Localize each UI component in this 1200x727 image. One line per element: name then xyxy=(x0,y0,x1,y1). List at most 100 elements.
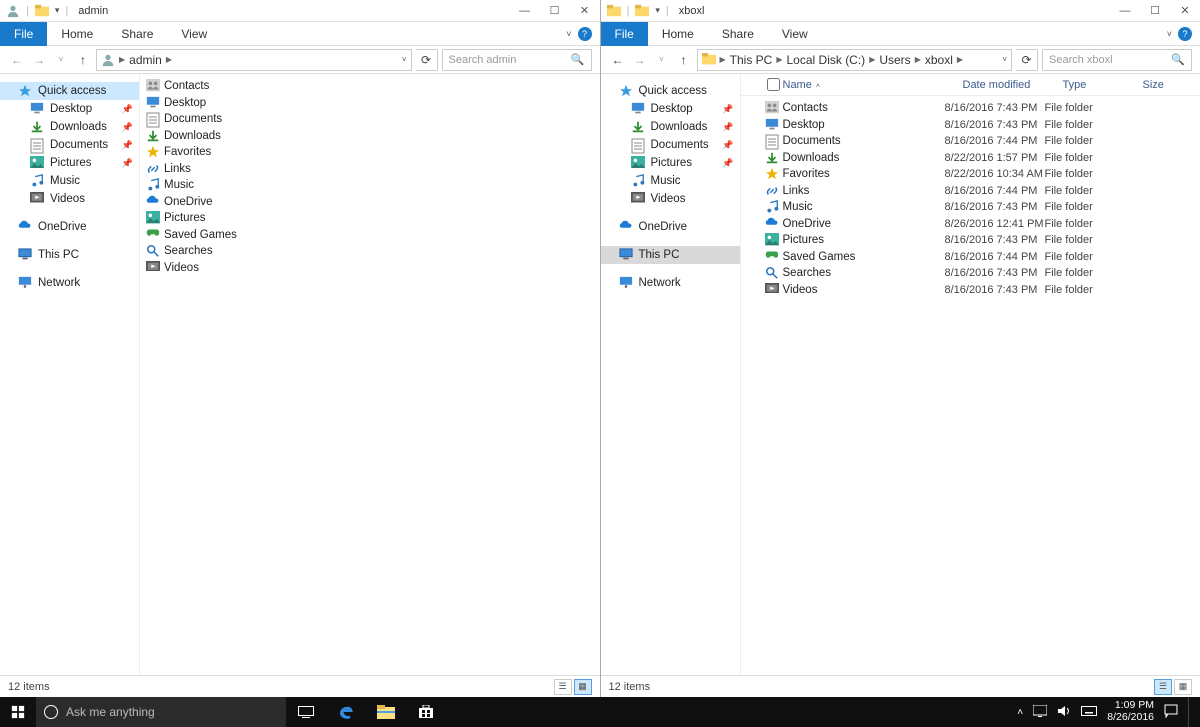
breadcrumb-segment[interactable]: This PC xyxy=(730,53,773,67)
edge-button[interactable] xyxy=(326,697,366,727)
view-large-button[interactable]: ▦ xyxy=(574,679,592,695)
nav-back-button[interactable]: ← xyxy=(609,51,627,69)
ribbon-tab-home[interactable]: Home xyxy=(648,23,708,45)
file-row[interactable]: Saved Games 8/16/2016 7:44 PM File folde… xyxy=(741,249,1200,266)
navpane-item-downloads[interactable]: Downloads📌 xyxy=(601,118,740,136)
navpane-item-desktop[interactable]: Desktop📌 xyxy=(0,100,139,118)
ribbon-file-tab[interactable]: File xyxy=(0,22,47,46)
view-large-button[interactable]: ▦ xyxy=(1174,679,1192,695)
file-row[interactable]: Documents xyxy=(140,111,600,128)
column-size[interactable]: Size xyxy=(1143,79,1193,91)
navpane-onedrive[interactable]: OneDrive xyxy=(601,218,740,236)
maximize-button[interactable]: ☐ xyxy=(540,0,570,22)
nav-up-button[interactable]: ↑ xyxy=(74,51,92,69)
file-row[interactable]: Searches 8/16/2016 7:43 PM File folder xyxy=(741,265,1200,282)
ribbon-tab-home[interactable]: Home xyxy=(47,23,107,45)
address-dropdown-icon[interactable]: ˅ xyxy=(1002,55,1007,64)
file-row[interactable]: Pictures xyxy=(140,210,600,227)
navpane-item-desktop[interactable]: Desktop📌 xyxy=(601,100,740,118)
navpane-item-documents[interactable]: Documents📌 xyxy=(601,136,740,154)
nav-history-dropdown[interactable]: ˅ xyxy=(52,51,70,69)
breadcrumb-segment[interactable]: Local Disk (C:) xyxy=(787,53,866,67)
navpane-item-videos[interactable]: Videos xyxy=(601,190,740,208)
select-all-checkbox[interactable] xyxy=(767,78,780,91)
task-view-button[interactable] xyxy=(286,697,326,727)
navpane-item-pictures[interactable]: Pictures📌 xyxy=(601,154,740,172)
file-row[interactable]: Contacts xyxy=(140,78,600,95)
file-row[interactable]: OneDrive 8/26/2016 12:41 PM File folder xyxy=(741,216,1200,233)
file-row[interactable]: Music 8/16/2016 7:43 PM File folder xyxy=(741,199,1200,216)
address-bar[interactable]: ▶admin▶ ˅ xyxy=(96,49,412,71)
file-row[interactable]: Saved Games xyxy=(140,227,600,244)
navpane-item-pictures[interactable]: Pictures📌 xyxy=(0,154,139,172)
maximize-button[interactable]: ☐ xyxy=(1140,0,1170,22)
navpane-item-documents[interactable]: Documents📌 xyxy=(0,136,139,154)
file-row[interactable]: Desktop xyxy=(140,95,600,112)
file-row[interactable]: Downloads xyxy=(140,128,600,145)
view-details-button[interactable]: ☰ xyxy=(554,679,572,695)
search-input[interactable] xyxy=(449,54,567,66)
tray-chevron-icon[interactable]: ˄ xyxy=(1017,706,1023,718)
qat-dropdown-icon[interactable]: ▾ xyxy=(55,5,60,16)
navpane-network[interactable]: Network xyxy=(601,274,740,292)
tray-keyboard-icon[interactable] xyxy=(1081,706,1097,719)
refresh-button[interactable]: ⟳ xyxy=(1016,49,1038,71)
nav-history-dropdown[interactable]: ˅ xyxy=(653,51,671,69)
refresh-button[interactable]: ⟳ xyxy=(416,49,438,71)
file-row[interactable]: Favorites xyxy=(140,144,600,161)
action-center-icon[interactable] xyxy=(1164,704,1178,721)
cortana-search[interactable]: Ask me anything xyxy=(36,697,286,727)
file-row[interactable]: Downloads 8/22/2016 1:57 PM File folder xyxy=(741,150,1200,167)
file-list[interactable]: Contacts Desktop Documents Downloads Fav… xyxy=(140,74,600,675)
ribbon-expand-icon[interactable]: ˅ xyxy=(566,29,571,39)
column-date[interactable]: Date modified xyxy=(963,79,1063,91)
file-row[interactable]: Favorites 8/22/2016 10:34 AM File folder xyxy=(741,166,1200,183)
file-row[interactable]: Videos xyxy=(140,260,600,277)
ribbon-tab-view[interactable]: View xyxy=(167,23,221,45)
explorer-button[interactable] xyxy=(366,697,406,727)
search-input[interactable] xyxy=(1049,54,1167,66)
chevron-right-icon[interactable]: ▶ xyxy=(166,55,172,64)
tray-network-icon[interactable] xyxy=(1033,705,1047,720)
chevron-right-icon[interactable]: ▶ xyxy=(776,55,782,64)
navpane-onedrive[interactable]: OneDrive xyxy=(0,218,139,236)
titlebar[interactable]: | ▾ | admin — ☐ ✕ xyxy=(0,0,600,22)
breadcrumb-segment[interactable]: Users xyxy=(879,53,910,67)
chevron-right-icon[interactable]: ▶ xyxy=(957,55,963,64)
address-dropdown-icon[interactable]: ˅ xyxy=(402,55,407,64)
nav-back-button[interactable]: ← xyxy=(8,51,26,69)
ribbon-file-tab[interactable]: File xyxy=(601,22,648,46)
breadcrumb-segment[interactable]: xboxl xyxy=(925,53,953,67)
search-box[interactable]: 🔍 xyxy=(1042,49,1192,71)
column-type[interactable]: Type xyxy=(1063,79,1143,91)
address-bar[interactable]: ▶This PC▶Local Disk (C:)▶Users▶xboxl▶ ˅ xyxy=(697,49,1013,71)
column-name[interactable]: Name˄ xyxy=(783,79,963,91)
ribbon-tab-share[interactable]: Share xyxy=(107,23,167,45)
file-row[interactable]: Music xyxy=(140,177,600,194)
file-row[interactable]: Searches xyxy=(140,243,600,260)
navpane-item-downloads[interactable]: Downloads📌 xyxy=(0,118,139,136)
navpane-quickaccess[interactable]: Quick access xyxy=(0,82,139,100)
navpane-item-videos[interactable]: Videos xyxy=(0,190,139,208)
navpane-quickaccess[interactable]: Quick access xyxy=(601,82,740,100)
navpane-item-music[interactable]: Music xyxy=(601,172,740,190)
ribbon-expand-icon[interactable]: ˅ xyxy=(1167,29,1172,39)
help-icon[interactable]: ? xyxy=(578,27,592,41)
chevron-right-icon[interactable]: ▶ xyxy=(869,55,875,64)
chevron-right-icon[interactable]: ▶ xyxy=(915,55,921,64)
nav-up-button[interactable]: ↑ xyxy=(675,51,693,69)
titlebar[interactable]: | ▾ | xboxl — ☐ ✕ xyxy=(601,0,1200,22)
minimize-button[interactable]: — xyxy=(510,0,540,22)
minimize-button[interactable]: — xyxy=(1110,0,1140,22)
close-button[interactable]: ✕ xyxy=(1170,0,1200,22)
qat-dropdown-icon[interactable]: ▾ xyxy=(655,5,660,16)
store-button[interactable] xyxy=(406,697,446,727)
tray-volume-icon[interactable] xyxy=(1057,705,1071,720)
navpane-item-music[interactable]: Music xyxy=(0,172,139,190)
file-row[interactable]: Contacts 8/16/2016 7:43 PM File folder xyxy=(741,100,1200,117)
show-desktop-button[interactable] xyxy=(1188,697,1194,727)
navpane-network[interactable]: Network xyxy=(0,274,139,292)
search-box[interactable]: 🔍 xyxy=(442,49,592,71)
nav-forward-button[interactable]: → xyxy=(30,51,48,69)
navpane-thispc[interactable]: This PC xyxy=(601,246,740,264)
